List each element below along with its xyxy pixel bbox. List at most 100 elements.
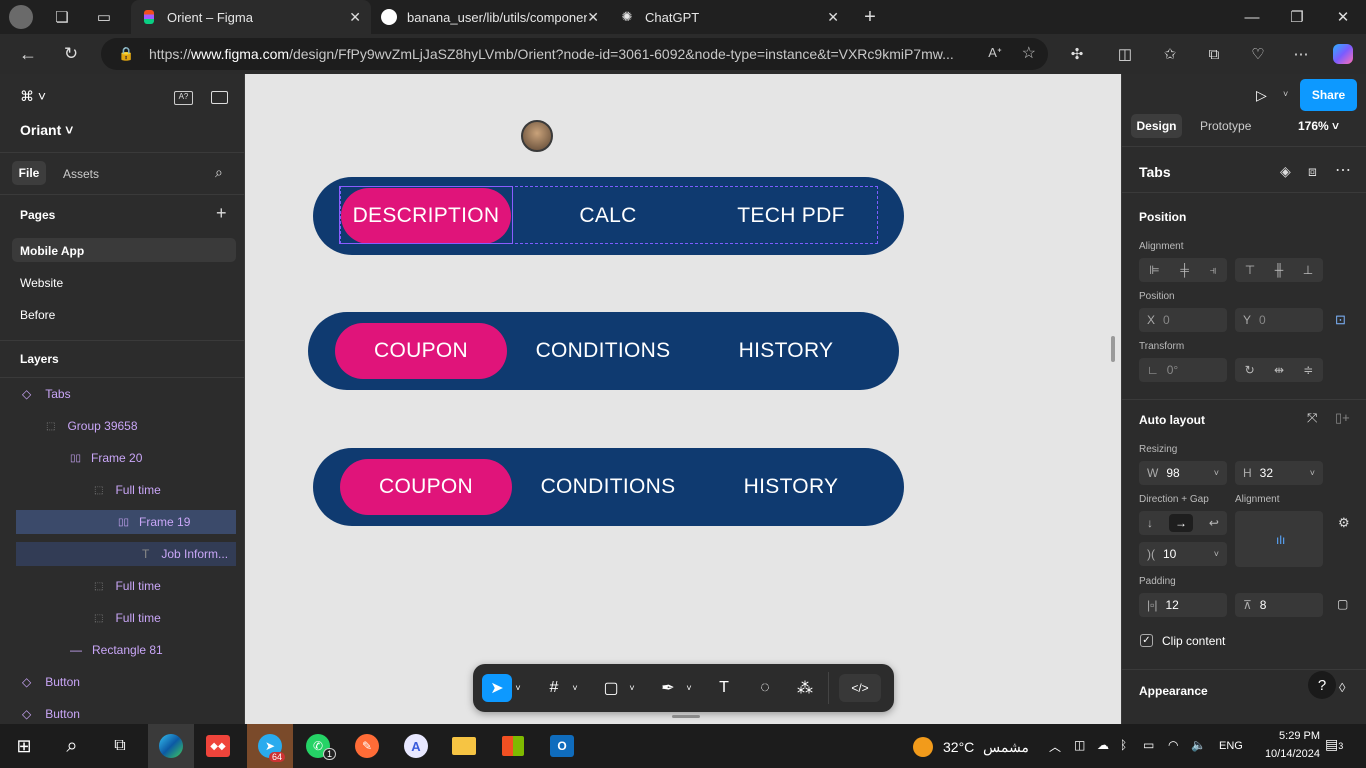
tab-history[interactable]: HISTORY (708, 448, 874, 526)
store-icon[interactable] (498, 732, 528, 760)
tab-history[interactable]: HISTORY (703, 312, 869, 390)
add-page-icon[interactable]: + (216, 203, 227, 224)
favorites-icon[interactable]: ✩ (1158, 42, 1182, 66)
tabs-group-2[interactable]: COUPON CONDITIONS HISTORY (308, 312, 899, 390)
layer-item[interactable]: ◇ Button (16, 702, 236, 726)
rectangle-tool-icon[interactable]: ▢ (596, 674, 626, 702)
performance-icon[interactable]: ♡ (1246, 42, 1270, 66)
design-tab[interactable]: Design (1131, 114, 1182, 138)
tray-camera-icon[interactable]: ◫ (1074, 738, 1085, 752)
tab-description[interactable]: DESCRIPTION (341, 177, 511, 255)
sidebar-toggle-icon[interactable] (211, 91, 228, 104)
tab-github[interactable]: banana_user/lib/utils/components ✕ (371, 0, 609, 34)
layer-item[interactable]: ◇ Tabs (16, 382, 236, 406)
height-field[interactable]: H 32 ˅ (1235, 461, 1323, 485)
tab-calc[interactable]: CALC (525, 177, 691, 255)
tab-conditions[interactable]: CONDITIONS (525, 448, 691, 526)
tab-actions-icon[interactable]: ▭ (92, 5, 116, 29)
chevron-up-icon[interactable]: ︿ (1049, 738, 1061, 755)
clock-time[interactable]: 5:29 PM (1260, 730, 1320, 742)
file-explorer-icon[interactable] (449, 732, 479, 760)
tab-coupon[interactable]: COUPON (340, 448, 512, 526)
refresh-icon[interactable]: ↻ (59, 42, 83, 66)
arrow-down-icon[interactable]: ↓ (1147, 516, 1153, 530)
rotate-icon[interactable]: ↻ (1245, 363, 1255, 377)
flip-horizontal-icon[interactable]: ⇹ (1274, 363, 1284, 377)
profile-avatar[interactable] (9, 5, 33, 29)
weather-sun-icon[interactable] (913, 737, 933, 757)
figma-menu-icon[interactable]: ⌘ ˅ (20, 88, 46, 105)
edge-app-icon[interactable] (148, 724, 194, 768)
favorite-star-icon[interactable]: ☆ (1017, 43, 1036, 63)
tabs-group-3[interactable]: COUPON CONDITIONS HISTORY (313, 448, 904, 526)
wrap-icon[interactable]: ↩ (1209, 516, 1219, 530)
tab-chatgpt[interactable]: ✺ ChatGPT ✕ (609, 0, 849, 34)
actions-tool-icon[interactable]: ⁂ (790, 674, 820, 702)
canvas-scrollbar[interactable] (1111, 336, 1115, 362)
comment-tool-icon[interactable]: ◌ (750, 674, 780, 702)
layer-item[interactable]: ▯▯ Frame 20 (16, 446, 236, 470)
constraints-icon[interactable]: ⊡ (1335, 312, 1346, 328)
close-window-icon[interactable]: ✕ (1331, 5, 1355, 29)
y-field[interactable]: Y0 (1235, 308, 1323, 332)
search-icon[interactable]: ⌕ (57, 732, 87, 760)
chevron-down-icon[interactable]: ˅ (625, 674, 639, 702)
outlook-icon[interactable]: O (547, 732, 577, 760)
chevron-down-icon[interactable]: ˅ (568, 674, 582, 702)
align-right-icon[interactable]: ⫣ (1209, 263, 1216, 278)
layer-item[interactable]: ⬚ Full time (16, 574, 236, 598)
frame-tool-icon[interactable]: # (539, 674, 569, 702)
go-to-component-icon[interactable]: ◈ (1280, 163, 1291, 180)
tabs-group-1[interactable]: DESCRIPTION CALC TECH PDF (313, 177, 904, 255)
language-indicator[interactable]: ENG (1219, 740, 1243, 752)
align-left-icon[interactable]: ⊫ (1149, 263, 1159, 277)
battery-icon[interactable]: ▭ (1143, 738, 1154, 752)
vertical-padding-field[interactable]: ⊼ 8 (1235, 593, 1323, 617)
layer-item-selected[interactable]: ▯▯ Frame 19 (16, 510, 236, 534)
direction-group[interactable]: ↓ → ↩ (1139, 511, 1227, 535)
independent-padding-icon[interactable]: ▢ (1337, 597, 1348, 611)
clip-content-checkbox[interactable]: ✓ (1140, 634, 1153, 647)
chevron-down-icon[interactable]: ˅ (511, 674, 525, 702)
x-field[interactable]: X0 (1139, 308, 1227, 332)
align-bottom-icon[interactable]: ⊥ (1303, 263, 1313, 277)
align-top-icon[interactable]: ⊤ (1245, 263, 1255, 277)
layer-item[interactable]: ◇ Button (16, 670, 236, 694)
help-icon[interactable]: ? (1308, 671, 1336, 699)
assets-tab[interactable]: Assets (63, 167, 99, 181)
project-name[interactable]: Oriant ˅ (20, 122, 73, 138)
page-item-before[interactable]: Before (20, 308, 55, 322)
auto-layout-settings-icon[interactable]: ▯+ (1335, 410, 1350, 426)
transform-group[interactable]: ↻ ⇹ ≑ (1235, 358, 1323, 382)
chevron-down-icon[interactable]: ˅ (682, 674, 696, 702)
detach-icon[interactable]: ⧈ (1308, 163, 1317, 180)
app-a-icon[interactable]: A (401, 732, 431, 760)
toolbar-handle[interactable] (672, 715, 700, 718)
vertical-align-group[interactable]: ⊤ ╫ ⊥ (1235, 258, 1323, 282)
layer-item[interactable]: ⬚ Group 39658 (16, 414, 236, 438)
arrow-right-icon[interactable]: → (1168, 514, 1193, 532)
share-button[interactable]: Share (1300, 79, 1357, 111)
whatsapp-icon[interactable]: ✆ 1 (303, 732, 337, 760)
rotation-field[interactable]: ∟ 0° (1139, 358, 1227, 382)
new-tab-icon[interactable]: + (858, 5, 882, 29)
present-icon[interactable]: ▷ (1256, 87, 1267, 104)
minimize-icon[interactable]: — (1240, 5, 1264, 29)
zoom-dropdown[interactable]: 176% ˅ (1298, 119, 1339, 133)
split-screen-icon[interactable]: ◫ (1113, 42, 1137, 66)
notifications-icon[interactable]: ▤3 (1325, 736, 1343, 753)
tab-figma[interactable]: Orient – Figma ✕ (131, 0, 371, 34)
move-tool-icon[interactable]: ➤ (482, 674, 512, 702)
text-tool-icon[interactable]: T (709, 674, 739, 702)
figma-canvas[interactable]: DESCRIPTION CALC TECH PDF COUPON CONDITI… (245, 74, 1121, 724)
weather-temp[interactable]: 32°C (943, 739, 974, 755)
horizontal-padding-field[interactable]: |▫| 12 (1139, 593, 1227, 617)
start-icon[interactable]: ⊞ (9, 732, 39, 760)
chevron-down-icon[interactable]: ˅ (1283, 89, 1288, 99)
pen-tool-icon[interactable]: ✒ (653, 674, 683, 702)
volume-icon[interactable]: 🔈 (1191, 738, 1206, 752)
more-menu-icon[interactable]: ⋯ (1289, 42, 1313, 66)
tab-coupon[interactable]: COUPON (335, 312, 507, 390)
width-field[interactable]: W 98 ˅ (1139, 461, 1227, 485)
back-icon[interactable]: ← (16, 42, 40, 66)
